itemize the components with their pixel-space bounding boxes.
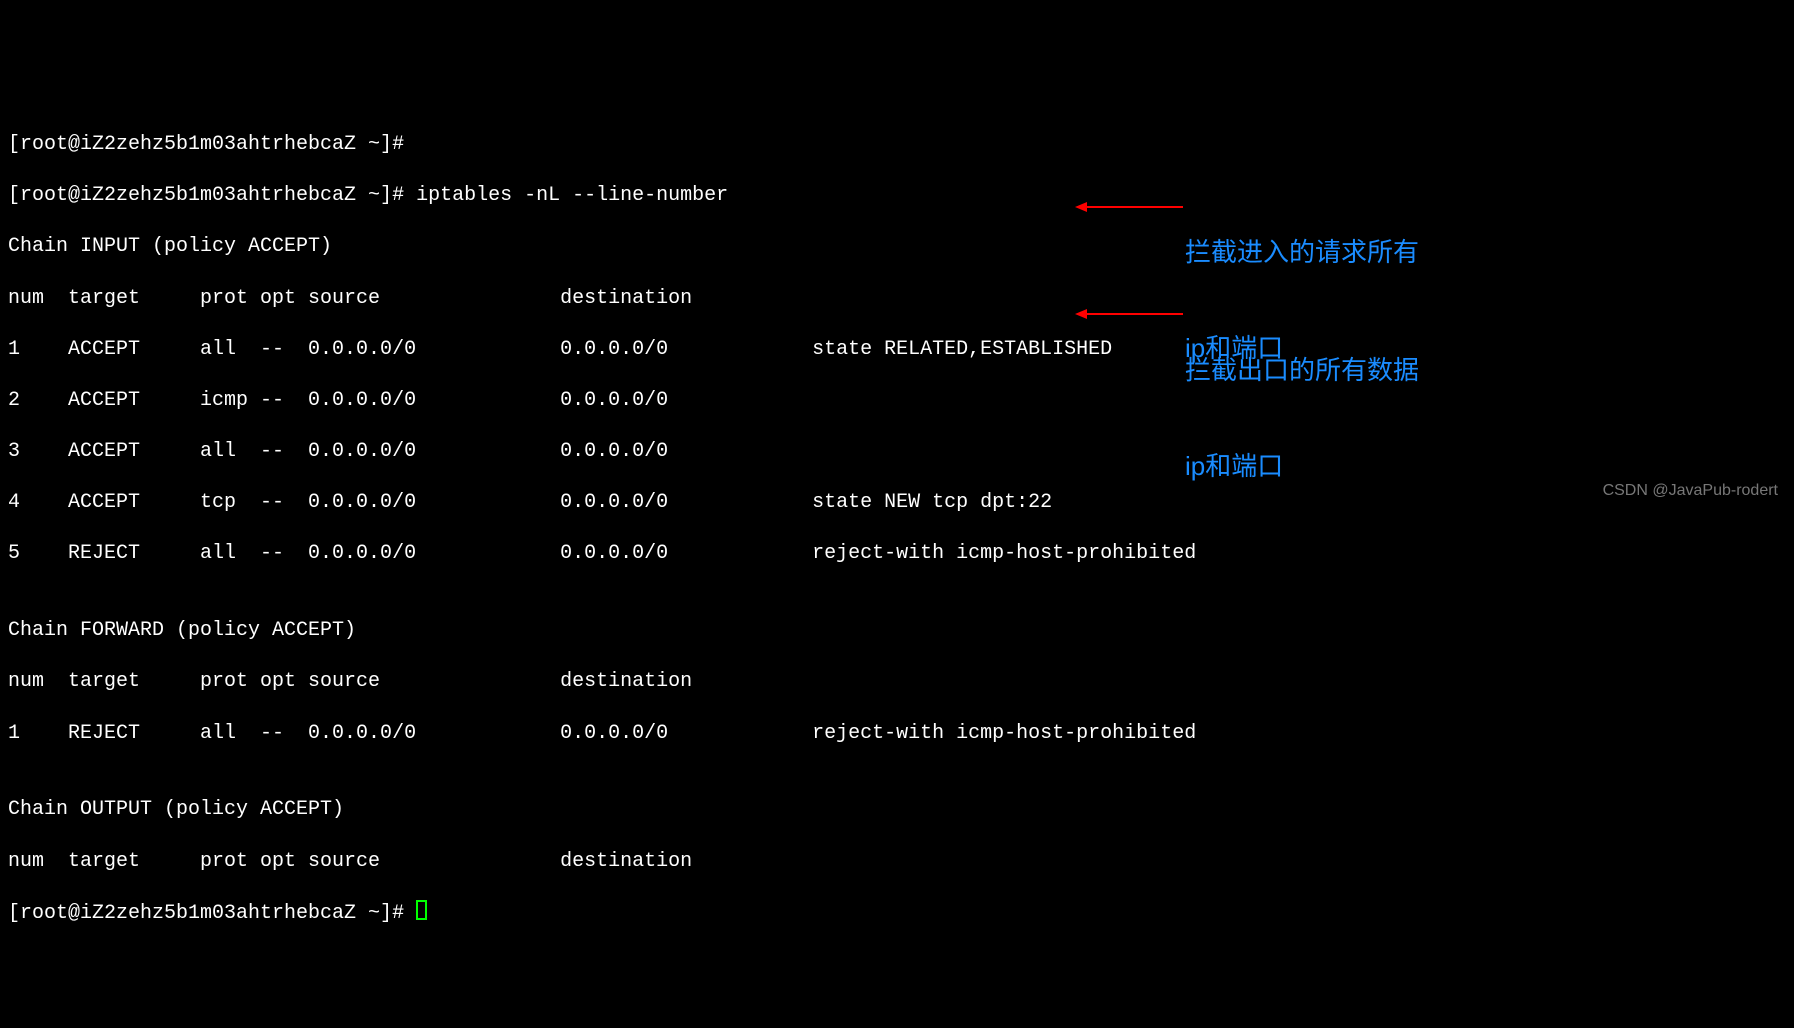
chain-header: Chain FORWARD (policy ACCEPT) (8, 618, 1786, 644)
table-row: 2 ACCEPT icmp -- 0.0.0.0/0 0.0.0.0/0 (8, 388, 1786, 414)
terminal-output: [root@iZ2zehz5b1m03ahtrhebcaZ ~]# [root@… (0, 102, 1794, 956)
cursor-icon (416, 900, 427, 920)
chain-header: Chain OUTPUT (policy ACCEPT) (8, 797, 1786, 823)
shell-prompt[interactable]: [root@iZ2zehz5b1m03ahtrhebcaZ ~]# (8, 902, 404, 925)
chain-header: Chain INPUT (policy ACCEPT) (8, 234, 1786, 260)
table-row: 5 REJECT all -- 0.0.0.0/0 0.0.0.0/0 reje… (8, 541, 1786, 567)
shell-prompt[interactable]: [root@iZ2zehz5b1m03ahtrhebcaZ ~]# (8, 184, 404, 207)
columns-header: num target prot opt source destination (8, 849, 1786, 875)
table-row: 1 ACCEPT all -- 0.0.0.0/0 0.0.0.0/0 stat… (8, 337, 1786, 363)
prompt-line: [root@iZ2zehz5b1m03ahtrhebcaZ ~]# (8, 900, 1786, 927)
columns-header: num target prot opt source destination (8, 669, 1786, 695)
prompt-line: [root@iZ2zehz5b1m03ahtrhebcaZ ~]# (8, 132, 1786, 158)
table-row: 1 REJECT all -- 0.0.0.0/0 0.0.0.0/0 reje… (8, 721, 1786, 747)
table-row: 3 ACCEPT all -- 0.0.0.0/0 0.0.0.0/0 (8, 439, 1786, 465)
table-row: 4 ACCEPT tcp -- 0.0.0.0/0 0.0.0.0/0 stat… (8, 490, 1786, 516)
annotation-line: 拦截出口的所有数据 (1185, 354, 1419, 386)
command-text: iptables -nL --line-number (404, 184, 728, 207)
command-line: [root@iZ2zehz5b1m03ahtrhebcaZ ~]# iptabl… (8, 183, 1786, 209)
annotation-line: ip和端口 (1185, 450, 1419, 482)
columns-header: num target prot opt source destination (8, 286, 1786, 312)
annotation-line: 拦截进入的请求所有 (1185, 236, 1419, 268)
annotation-text: 拦截出口的所有数据 ip和端口 (1185, 290, 1419, 514)
shell-prompt[interactable]: [root@iZ2zehz5b1m03ahtrhebcaZ ~]# (8, 133, 404, 156)
watermark-text: CSDN @JavaPub-rodert (1603, 478, 1778, 504)
